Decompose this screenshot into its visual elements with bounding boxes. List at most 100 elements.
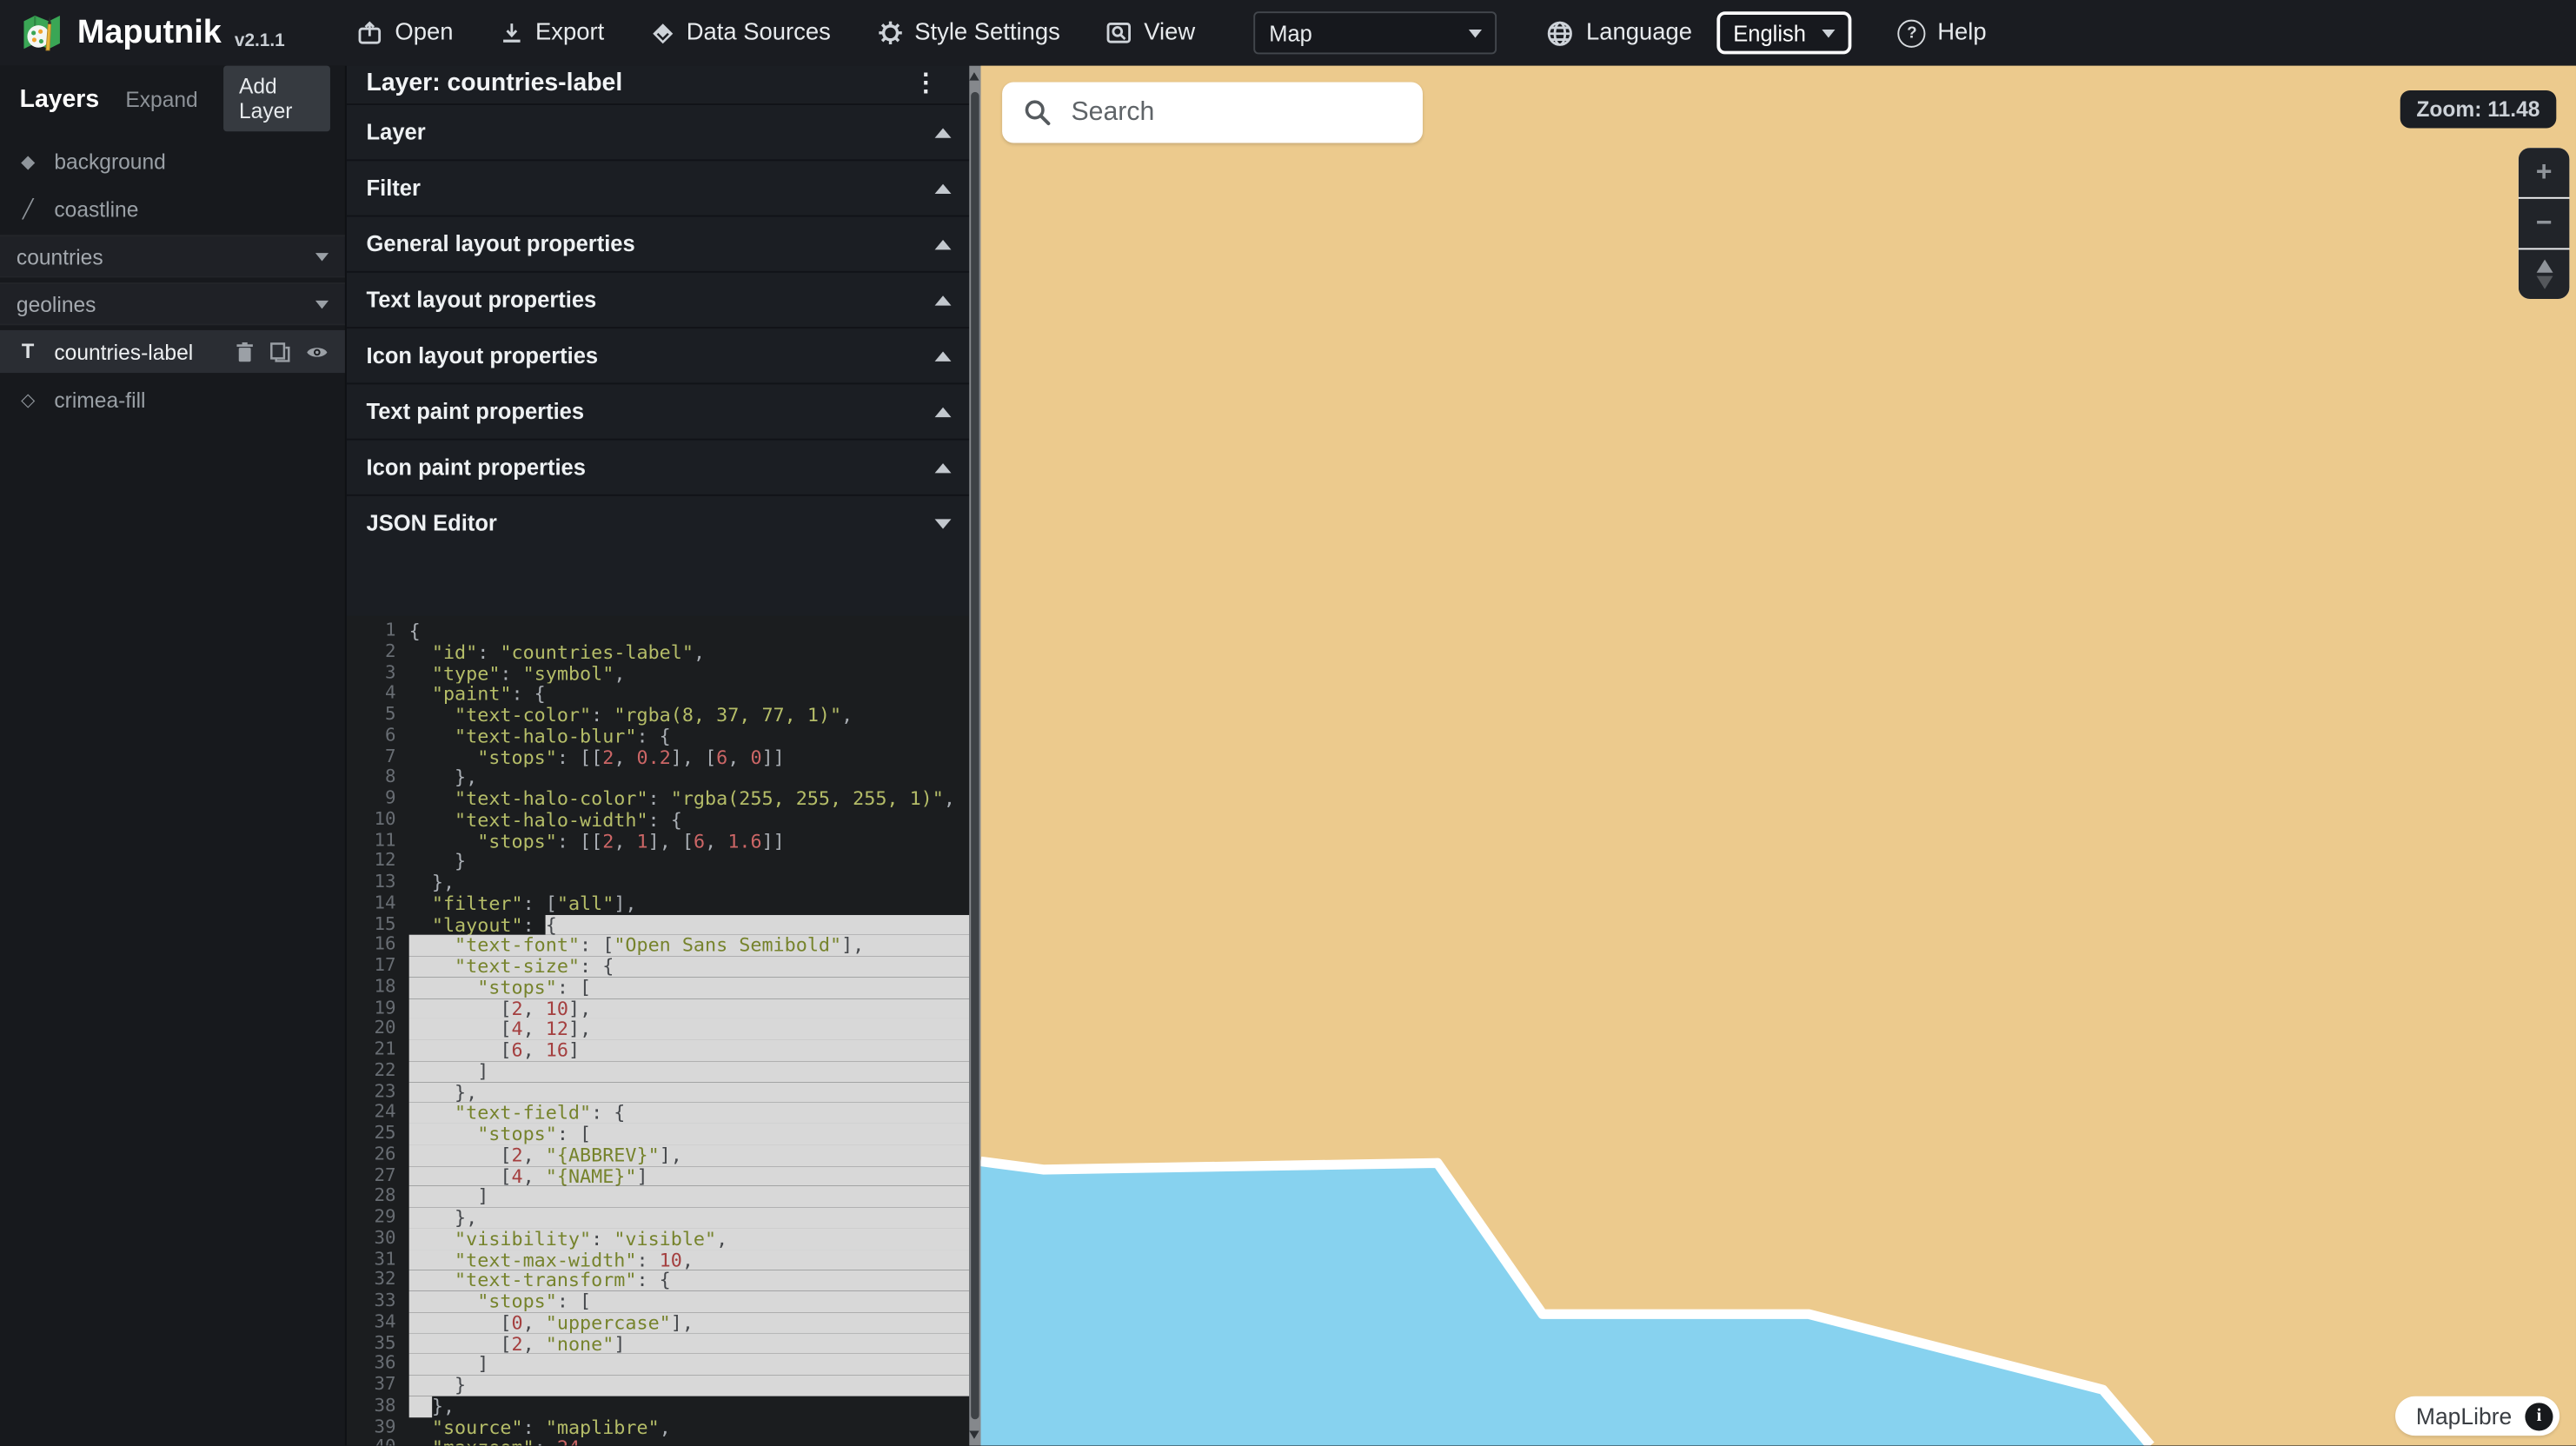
fill-layer-icon: ◆: [17, 150, 39, 172]
line-number: 34: [347, 1312, 409, 1333]
code-line[interactable]: 19 [2, 10],: [347, 998, 969, 1018]
code-line[interactable]: 2 "id": "countries-label",: [347, 642, 969, 663]
scroll-down-arrow-icon[interactable]: [969, 1430, 979, 1438]
line-number: 5: [347, 705, 409, 726]
menu-style-settings-label: Style Settings: [914, 20, 1060, 46]
layer-item-actions: [235, 341, 329, 362]
menu-view[interactable]: View: [1106, 20, 1195, 46]
code-line[interactable]: 20 [4, 12],: [347, 1018, 969, 1039]
gear-icon: [877, 20, 903, 46]
code-line[interactable]: 27 [4, "{NAME}"]: [347, 1165, 969, 1186]
code-line[interactable]: 13 },: [347, 872, 969, 893]
code-line[interactable]: 34 [0, "uppercase"],: [347, 1312, 969, 1333]
code-line[interactable]: 36 ]: [347, 1354, 969, 1375]
layer-group-geolines[interactable]: geolines: [0, 282, 345, 325]
layers-sidebar: Layers Expand Add Layer ◆ background ╱ c…: [0, 66, 345, 1446]
code-line[interactable]: 7 "stops": [[2, 0.2], [6, 0]]: [347, 746, 969, 767]
code-line[interactable]: 32 "text-transform": {: [347, 1270, 969, 1291]
code-line[interactable]: 3 "type": "symbol",: [347, 663, 969, 684]
section-layer[interactable]: Layer: [347, 103, 981, 159]
menu-data-sources[interactable]: Data Sources: [650, 20, 831, 46]
code-line[interactable]: 29 },: [347, 1207, 969, 1228]
code-line[interactable]: 24 "text-field": {: [347, 1103, 969, 1124]
kebab-menu-icon[interactable]: ⋮: [913, 68, 938, 97]
layer-item-countries-label[interactable]: T countries-label: [0, 330, 345, 373]
code-line[interactable]: 31 "text-max-width": 10,: [347, 1250, 969, 1270]
code-line[interactable]: 18 "stops": [: [347, 977, 969, 998]
eye-icon[interactable]: [306, 341, 329, 362]
code-line[interactable]: 23 },: [347, 1082, 969, 1103]
line-number: 19: [347, 998, 409, 1018]
section-text-paint[interactable]: Text paint properties: [347, 382, 981, 438]
menu-export[interactable]: Export: [499, 20, 604, 46]
code-line[interactable]: 21 [6, 16]: [347, 1040, 969, 1061]
section-filter[interactable]: Filter: [347, 159, 981, 215]
code-line[interactable]: 37 }: [347, 1375, 969, 1396]
layer-item-label: crimea-fill: [54, 387, 145, 411]
compass-button[interactable]: [2519, 249, 2570, 299]
menu-open[interactable]: Open: [357, 20, 454, 46]
code-line[interactable]: 6 "text-halo-blur": {: [347, 726, 969, 746]
code-line[interactable]: 8 },: [347, 767, 969, 788]
code-line[interactable]: 35 [2, "none"]: [347, 1333, 969, 1354]
section-icon-paint[interactable]: Icon paint properties: [347, 439, 981, 494]
attribution-link[interactable]: MapLibre: [2416, 1403, 2512, 1429]
toolbar: Maputnik v2.1.1 Open Export: [0, 0, 2576, 66]
json-code-editor[interactable]: 1{2 "id": "countries-label",3 "type": "s…: [347, 616, 969, 1446]
language-select[interactable]: English: [1716, 11, 1852, 54]
code-line[interactable]: 26 [2, "{ABBREV}"],: [347, 1144, 969, 1165]
line-number: 13: [347, 872, 409, 893]
line-layer-icon: ╱: [17, 198, 39, 220]
layer-item-crimea-fill[interactable]: ◇ crimea-fill: [0, 378, 345, 421]
code-line[interactable]: 14 "filter": ["all"],: [347, 893, 969, 914]
view-mode-select[interactable]: Map: [1254, 11, 1497, 54]
code-line[interactable]: 11 "stops": [[2, 1], [6, 1.6]]: [347, 831, 969, 852]
map-controls: + −: [2519, 148, 2570, 299]
code-line[interactable]: 38 },: [347, 1396, 969, 1416]
menu-style-settings[interactable]: Style Settings: [877, 20, 1060, 46]
code-line[interactable]: 40 "maxzoom": 24,: [347, 1437, 969, 1445]
search-input[interactable]: [1068, 96, 1423, 129]
scroll-up-arrow-icon[interactable]: [969, 72, 979, 80]
zoom-out-button[interactable]: −: [2519, 199, 2570, 249]
section-text-layout[interactable]: Text layout properties: [347, 271, 981, 327]
code-line[interactable]: 10 "text-halo-width": {: [347, 809, 969, 830]
code-line[interactable]: 25 "stops": [: [347, 1124, 969, 1144]
duplicate-icon[interactable]: [269, 341, 291, 362]
code-line[interactable]: 9 "text-halo-color": "rgba(255, 255, 255…: [347, 788, 969, 809]
trash-icon[interactable]: [235, 341, 255, 362]
code-line[interactable]: 22 ]: [347, 1061, 969, 1082]
layer-item-coastline[interactable]: ╱ coastline: [0, 187, 345, 229]
code-line[interactable]: 30 "visibility": "visible",: [347, 1228, 969, 1249]
menu-open-label: Open: [395, 20, 453, 46]
line-number: 30: [347, 1228, 409, 1249]
panel-scrollbar[interactable]: [969, 66, 980, 1446]
section-icon-layout[interactable]: Icon layout properties: [347, 327, 981, 382]
add-layer-button[interactable]: Add Layer: [224, 66, 330, 132]
scrollbar-thumb[interactable]: [971, 92, 979, 1419]
expand-button[interactable]: Expand: [109, 78, 214, 119]
layer-group-countries[interactable]: countries: [0, 235, 345, 277]
code-line[interactable]: 17 "text-size": {: [347, 956, 969, 977]
info-icon[interactable]: i: [2525, 1402, 2553, 1429]
code-line[interactable]: 4 "paint": {: [347, 684, 969, 705]
language-label: Language: [1586, 20, 1692, 46]
code-line[interactable]: 28 ]: [347, 1186, 969, 1207]
code-line[interactable]: 39 "source": "maplibre",: [347, 1416, 969, 1437]
code-line[interactable]: 5 "text-color": "rgba(8, 37, 77, 1)",: [347, 705, 969, 726]
zoom-in-button[interactable]: +: [2519, 148, 2570, 197]
layer-item-background[interactable]: ◆ background: [0, 140, 345, 182]
code-line[interactable]: 1{: [347, 621, 969, 642]
section-json-editor[interactable]: JSON Editor: [347, 494, 981, 550]
code-line[interactable]: 15 "layout": {: [347, 914, 969, 935]
code-line[interactable]: 33 "stops": [: [347, 1291, 969, 1312]
code-line[interactable]: 12 }: [347, 852, 969, 872]
menu-help[interactable]: ? Help: [1898, 19, 1987, 47]
language-value: English: [1733, 21, 1806, 45]
line-number: 36: [347, 1354, 409, 1375]
section-general-layout[interactable]: General layout properties: [347, 216, 981, 271]
code-line[interactable]: 16 "text-font": ["Open Sans Semibold"],: [347, 935, 969, 956]
line-number: 40: [347, 1437, 409, 1445]
map-canvas[interactable]: Zoom: 11.48 + − MapLibre i: [981, 66, 2576, 1446]
line-number: 31: [347, 1250, 409, 1270]
